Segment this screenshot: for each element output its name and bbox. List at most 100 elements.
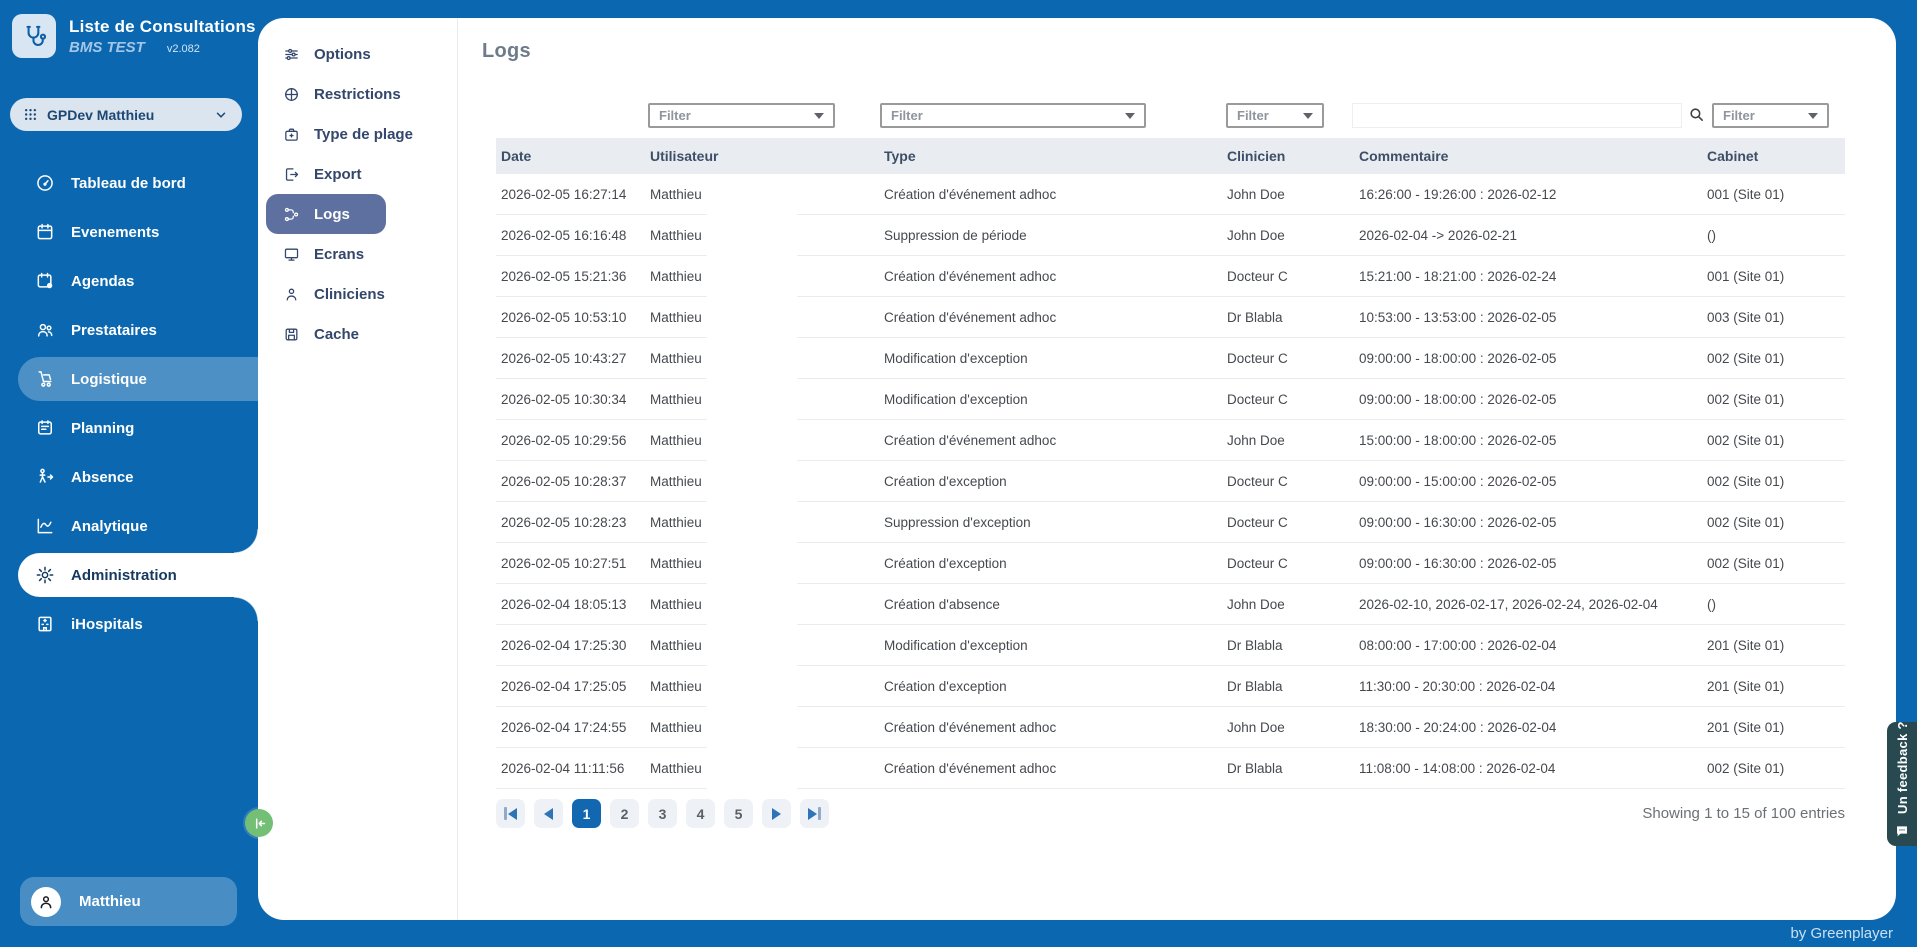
table-cell: Création d'événement adhoc (884, 720, 1227, 735)
collapse-sidebar-button[interactable] (245, 809, 273, 837)
filter-placeholder: Filter (891, 108, 923, 123)
subnav-item-label: Options (314, 46, 371, 63)
table-cell: Suppression de période (884, 228, 1227, 243)
chart-icon (34, 516, 55, 537)
commentaire-search-input[interactable] (1352, 103, 1682, 128)
user-chip[interactable]: Matthieu (20, 877, 237, 926)
table-cell: () (1707, 597, 1845, 612)
table-cell: Création d'événement adhoc (884, 310, 1227, 325)
column-header-cabinet: Cabinet (1707, 148, 1845, 164)
type-filter-select[interactable]: Filter (880, 103, 1146, 128)
filter-placeholder: Filter (659, 108, 691, 123)
page-button-2[interactable]: 2 (610, 799, 639, 828)
sidebar-item-label: iHospitals (71, 616, 143, 633)
table-cell: Création d'exception (884, 474, 1227, 489)
bar-icon (818, 807, 821, 820)
feedback-label: Un feedback ? (1895, 726, 1910, 814)
table-cell: 09:00:00 - 16:30:00 : 2026-02-05 (1359, 515, 1707, 530)
table-cell: Matthieu (650, 392, 884, 407)
person-leave-icon (34, 467, 55, 488)
select-arrow-icon (1125, 113, 1135, 119)
page-button-1[interactable]: 1 (572, 799, 601, 828)
table-cell: Création d'événement adhoc (884, 187, 1227, 202)
sidebar-item-ihospitals[interactable]: iHospitals (18, 602, 258, 646)
subnav-item-cliniciens[interactable]: Cliniciens (258, 274, 457, 314)
filter-placeholder: Filter (1723, 108, 1755, 123)
calendar-clock-icon (34, 271, 55, 292)
sidebar-item-prestataires[interactable]: Prestataires (18, 308, 258, 352)
sidebar-item-analytique[interactable]: Analytique (18, 504, 258, 548)
monitor-icon (282, 245, 300, 263)
column-header-utilisateur: Utilisateur (650, 148, 884, 164)
collapse-arrow-icon (252, 816, 267, 831)
subnav-item-label: Type de plage (314, 126, 413, 143)
subnav-item-label: Ecrans (314, 246, 364, 263)
bar-icon (504, 807, 507, 820)
table-cell: Création d'exception (884, 679, 1227, 694)
last-page-button[interactable] (800, 799, 829, 828)
subnav-item-label: Export (314, 166, 362, 183)
subnav-item-ecrans[interactable]: Ecrans (258, 234, 457, 274)
page-title: Logs (482, 40, 1896, 63)
gear-icon (34, 565, 55, 586)
app-subtitle: BMS TEST (69, 39, 145, 56)
sidebar-item-tableau-de-bord[interactable]: Tableau de bord (18, 161, 258, 205)
subnav-item-export[interactable]: Export (258, 154, 457, 194)
table-cell: 2026-02-05 10:28:23 (496, 515, 650, 530)
feedback-button[interactable]: Un feedback ? (1887, 722, 1917, 846)
table-cell: Modification d'exception (884, 638, 1227, 653)
table-cell: Docteur C (1227, 269, 1359, 284)
table-cell: 201 (Site 01) (1707, 679, 1845, 694)
table-cell: Matthieu (650, 310, 884, 325)
table-cell: 09:00:00 - 18:00:00 : 2026-02-05 (1359, 351, 1707, 366)
table-cell: 08:00:00 - 17:00:00 : 2026-02-04 (1359, 638, 1707, 653)
table-cell: 2026-02-04 17:24:55 (496, 720, 650, 735)
subnav-item-type-de-plage[interactable]: Type de plage (258, 114, 457, 154)
arrow-left-icon (544, 808, 553, 820)
table-cell: 2026-02-04 18:05:13 (496, 597, 650, 612)
subnav-item-options[interactable]: Options (258, 34, 457, 74)
table-cell: 002 (Site 01) (1707, 515, 1845, 530)
table-row: 2026-02-04 11:11:56MatthieuCréation d'év… (496, 748, 1845, 789)
select-arrow-icon (814, 113, 824, 119)
sidebar-item-agendas[interactable]: Agendas (18, 259, 258, 303)
table-row: 2026-02-05 10:28:37MatthieuCréation d'ex… (496, 461, 1845, 502)
workspace-selector[interactable]: GPDev Matthieu (10, 98, 242, 131)
previous-page-button[interactable] (534, 799, 563, 828)
subnav-item-logs[interactable]: Logs (266, 194, 386, 234)
table-cell: Création d'absence (884, 597, 1227, 612)
table-cell: () (1707, 228, 1845, 243)
sidebar-item-planning[interactable]: Planning (18, 406, 258, 450)
floppy-icon (282, 325, 300, 343)
table-cell: Création d'événement adhoc (884, 269, 1227, 284)
utilisateur-filter-select[interactable]: Filter (648, 103, 835, 128)
sidebar-item-administration[interactable]: Administration (18, 553, 258, 597)
page-button-4[interactable]: 4 (686, 799, 715, 828)
table-cell: Matthieu (650, 638, 884, 653)
sidebar-item-absence[interactable]: Absence (18, 455, 258, 499)
table-cell: Matthieu (650, 433, 884, 448)
dashboard-icon (34, 173, 55, 194)
first-page-button[interactable] (496, 799, 525, 828)
search-icon (1688, 106, 1705, 123)
entries-summary: Showing 1 to 15 of 100 entries (1642, 805, 1845, 822)
cabinet-filter-select[interactable]: Filter (1712, 103, 1829, 128)
brand: Liste de Consultations BMS TEST v2.082 (12, 14, 256, 58)
page-button-5[interactable]: 5 (724, 799, 753, 828)
filter-placeholder: Filter (1237, 108, 1269, 123)
table-cell: 2026-02-05 10:30:34 (496, 392, 650, 407)
subnav-item-restrictions[interactable]: Restrictions (258, 74, 457, 114)
next-page-button[interactable] (762, 799, 791, 828)
table-cell: 16:26:00 - 19:26:00 : 2026-02-12 (1359, 187, 1707, 202)
table-cell: 201 (Site 01) (1707, 720, 1845, 735)
page-button-3[interactable]: 3 (648, 799, 677, 828)
subnav-item-cache[interactable]: Cache (258, 314, 457, 354)
table-cell: 2026-02-05 15:21:36 (496, 269, 650, 284)
clinicien-filter-select[interactable]: Filter (1226, 103, 1324, 128)
sidebar-item-logistique[interactable]: Logistique (18, 357, 258, 401)
chevron-down-icon (214, 108, 228, 122)
table-cell: Matthieu (650, 269, 884, 284)
pagination-row: 12345 Showing 1 to 15 of 100 entries (496, 799, 1845, 828)
sidebar-item-evenements[interactable]: Evenements (18, 210, 258, 254)
table-cell: 001 (Site 01) (1707, 187, 1845, 202)
